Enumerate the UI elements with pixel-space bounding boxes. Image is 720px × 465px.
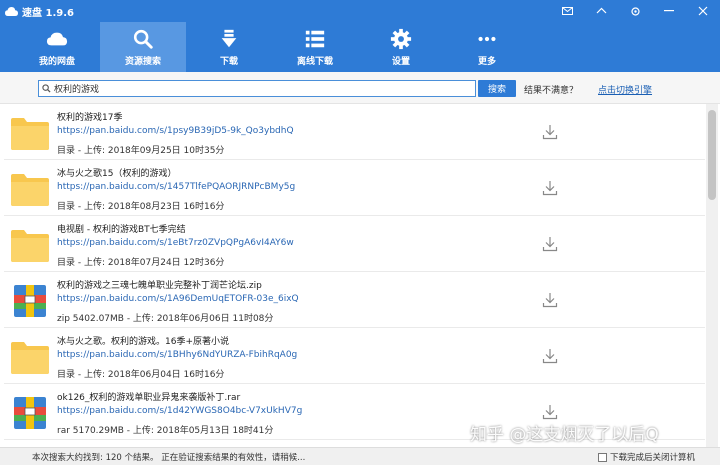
folder-icon: [11, 174, 49, 206]
result-meta: 目录 - 上传: 2018年08月23日 16时16分: [57, 202, 225, 212]
status-text: 本次搜索大约找到: 120 个结果。 正在验证搜索结果的有效性，请稍候...: [32, 453, 306, 463]
result-name: 电视剧 - 权利的游戏BT七季完结: [57, 225, 186, 235]
download-arrow-icon[interactable]: [542, 292, 558, 308]
download-arrow-icon[interactable]: [542, 180, 558, 196]
folder-icon: [11, 230, 49, 262]
results-list: 权利的游戏17季 https://pan.baidu.com/s/1psy9B3…: [4, 104, 705, 447]
list-icon: [305, 30, 325, 47]
app-logo-icon: [4, 4, 18, 18]
result-item[interactable]: 冰与火之歌。权利的游戏。16季+原著小说 https://pan.baidu.c…: [4, 328, 705, 384]
result-name: ok126_权利的游戏单职业异鬼来袭版补丁.rar: [57, 393, 241, 403]
tab-download[interactable]: 下载: [186, 22, 272, 72]
result-url[interactable]: https://pan.baidu.com/s/1psy9B39jD5-9k_Q…: [57, 126, 294, 136]
gear-icon: [390, 28, 412, 49]
folder-icon: [11, 118, 49, 150]
tab-offline-download[interactable]: 离线下载: [272, 22, 358, 72]
status-bar: 本次搜索大约找到: 120 个结果。 正在验证搜索结果的有效性，请稍候... 下…: [0, 447, 720, 465]
result-name: 权利的游戏17季: [57, 113, 123, 123]
search-small-icon: [42, 84, 51, 93]
result-meta: 目录 - 上传: 2018年06月04日 16时16分: [57, 370, 225, 380]
switch-engine-link[interactable]: 点击切换引擎: [598, 83, 652, 96]
cloud-icon: [46, 32, 68, 45]
window-controls: [550, 0, 720, 22]
download-arrow-icon[interactable]: [542, 124, 558, 140]
tab-label: 更多: [477, 56, 496, 67]
search-box: [38, 80, 476, 97]
result-url[interactable]: https://pan.baidu.com/s/1eBt7rz0ZVpQPgA6…: [57, 238, 294, 248]
tab-resource-search[interactable]: 资源搜索: [100, 22, 186, 72]
tab-my-netdisk[interactable]: 我的网盘: [14, 22, 100, 72]
result-item[interactable]: 电视剧 - 权利的游戏BT七季完结 https://pan.baidu.com/…: [4, 216, 705, 272]
result-meta: zip 5402.07MB - 上传: 2018年06月06日 11时08分: [57, 314, 274, 324]
tab-settings[interactable]: 设置: [358, 22, 444, 72]
result-name: 冰与火之歌。权利的游戏。16季+原著小说: [57, 337, 229, 347]
archive-icon: [14, 285, 46, 317]
search-icon: [133, 29, 153, 49]
scrollbar-thumb[interactable]: [708, 110, 716, 200]
unsatisfied-text: 结果不满意？: [524, 86, 579, 96]
result-url[interactable]: https://pan.baidu.com/s/1A96DemUqETOFR-0…: [57, 294, 299, 304]
result-item[interactable]: 权利的游戏17季 https://pan.baidu.com/s/1psy9B3…: [4, 104, 705, 160]
search-bar: 搜索 结果不满意？ 点击切换引擎: [0, 72, 720, 104]
result-item[interactable]: 冰与火之歌15（权利的游戏） https://pan.baidu.com/s/1…: [4, 160, 705, 216]
mail-icon[interactable]: [550, 0, 584, 22]
result-meta: rar 5170.29MB - 上传: 2018年05月13日 18时41分: [57, 426, 274, 436]
download-arrow-icon[interactable]: [542, 348, 558, 364]
result-url[interactable]: https://pan.baidu.com/s/1d42YWGS8O4bc-V7…: [57, 406, 302, 416]
tab-label: 离线下载: [296, 56, 333, 67]
watermark: 知乎 @这支烟灭了以后Q: [470, 425, 659, 445]
result-url[interactable]: https://pan.baidu.com/s/1457TlfePQAORJRN…: [57, 182, 295, 192]
results-scrollbar[interactable]: [706, 104, 718, 447]
main-toolbar: 我的网盘 资源搜索 下载 离线下载 设置 更多: [0, 22, 720, 72]
settings-icon[interactable]: [618, 0, 652, 22]
tab-label: 设置: [391, 56, 410, 67]
download-arrow-icon[interactable]: [542, 404, 558, 420]
download-arrow-icon[interactable]: [542, 236, 558, 252]
close-icon[interactable]: [686, 0, 720, 22]
more-icon: [478, 36, 496, 41]
result-url[interactable]: https://pan.baidu.com/s/1BHhy6NdYURZA-Fb…: [57, 350, 297, 360]
tab-label: 资源搜索: [124, 56, 161, 67]
result-name: 权利的游戏之三魂七魄单职业完整补丁润芒论坛.zip: [57, 281, 262, 291]
download-icon: [221, 29, 237, 47]
archive-icon: [14, 397, 46, 429]
tab-label: 下载: [219, 56, 238, 67]
folder-icon: [11, 342, 49, 374]
minimize-icon[interactable]: [652, 0, 686, 22]
result-meta: 目录 - 上传: 2018年09月25日 10时35分: [57, 146, 225, 156]
tab-more[interactable]: 更多: [444, 22, 530, 72]
expand-icon[interactable]: [584, 0, 618, 22]
title-bar: 速盘 1.9.6: [0, 0, 720, 22]
result-name: 冰与火之歌15（权利的游戏）: [57, 169, 177, 179]
search-button[interactable]: 搜索: [478, 80, 516, 97]
shutdown-checkbox[interactable]: [598, 452, 607, 462]
result-item[interactable]: 权利的游戏之三魂七魄单职业完整补丁润芒论坛.zip https://pan.ba…: [4, 272, 705, 328]
result-meta: 目录 - 上传: 2018年07月24日 12时36分: [57, 258, 225, 268]
shutdown-label: 下载完成后关闭计算机: [610, 453, 696, 463]
app-title: 速盘 1.9.6: [22, 7, 74, 19]
search-input[interactable]: [54, 83, 464, 94]
shutdown-option[interactable]: 下载完成后关闭计算机: [598, 451, 695, 463]
tab-label: 我的网盘: [38, 56, 75, 67]
